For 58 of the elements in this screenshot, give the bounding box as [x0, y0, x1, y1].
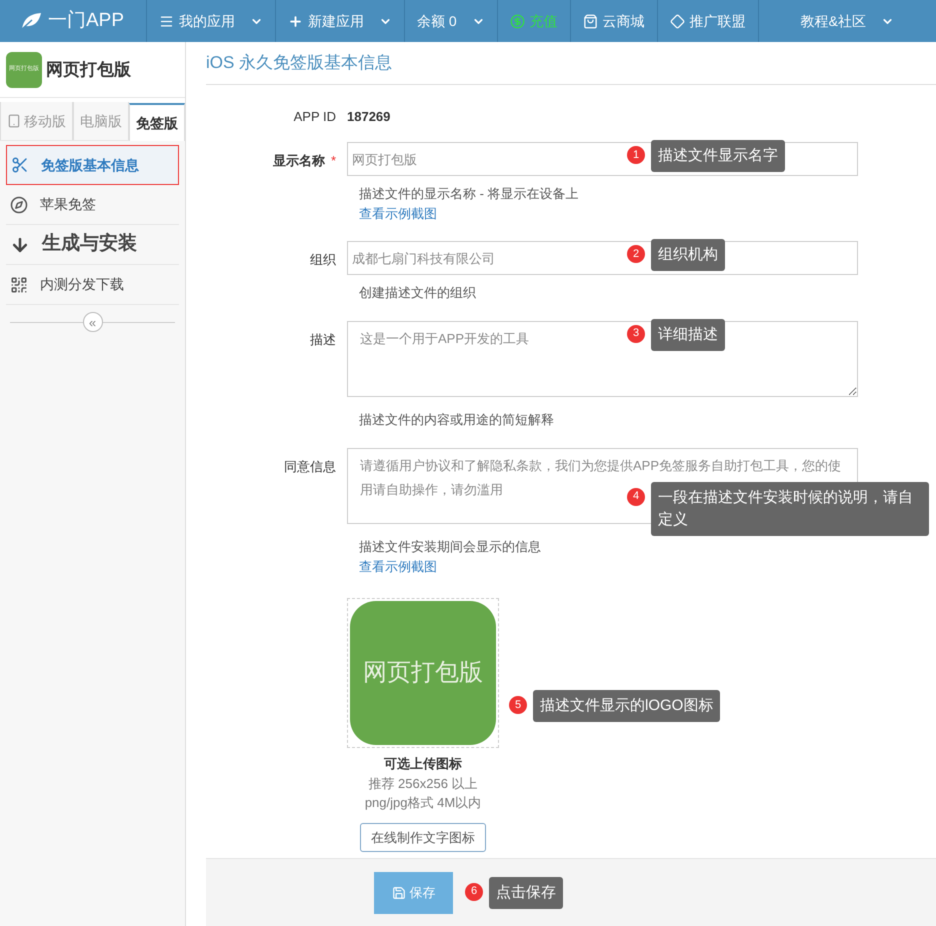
upload-hint: 推荐 256x256 以上 — [368, 774, 478, 792]
coin-icon — [510, 14, 525, 28]
nav-menu-item[interactable]: 余额 0 — [405, 0, 498, 42]
scissors-icon — [11, 156, 29, 174]
field-label: 描述 — [310, 330, 336, 348]
qr-code-icon — [10, 276, 28, 294]
step-number-badge: 5 — [509, 696, 527, 714]
required-mark: * — [330, 152, 336, 170]
make-text-icon-button[interactable]: 在线制作文字图标 — [360, 822, 486, 852]
nav-menu-item[interactable]: 充值 — [498, 0, 571, 42]
leaf-logo-icon — [20, 12, 42, 30]
sidebar-menu-item[interactable]: 免签版基本信息 — [6, 145, 179, 185]
step-number-badge: 6 — [465, 882, 483, 900]
callout-tooltip: 详细描述 — [651, 318, 725, 350]
help-text: 描述文件安装期间会显示的信息 — [358, 538, 542, 556]
nav-menu-item[interactable]: 推广联盟 — [658, 0, 759, 42]
help-text: 创建描述文件的组织 — [358, 284, 477, 302]
bag-icon — [582, 14, 598, 28]
callout-tooltip: 组织机构 — [651, 239, 725, 271]
nav-menu-item[interactable]: 新建应用 — [276, 0, 405, 42]
page-title: iOS 永久免签版基本信息 — [206, 53, 392, 72]
menu-icon — [159, 14, 174, 28]
step-number-badge: 4 — [627, 488, 645, 506]
save-button[interactable]: 保存 — [374, 872, 453, 914]
field-label: 显示名称 — [272, 152, 325, 170]
collapse-button[interactable]: « — [82, 312, 102, 332]
step-number-badge: 2 — [627, 245, 645, 263]
callout-tooltip: 点击保存 — [489, 876, 563, 908]
field-label: APP ID — [292, 108, 336, 126]
example-link[interactable]: 查看示例截图 — [347, 556, 858, 576]
app-name: 网页打包版 — [46, 58, 131, 81]
tablet-icon — [7, 114, 21, 128]
sidebar-tab[interactable]: 免签版 — [129, 103, 185, 141]
callout-tooltip: 描述文件显示名字 — [651, 140, 785, 172]
sidebar-menu-item[interactable]: 苹果免签 — [6, 185, 179, 225]
field-label: 同意信息 — [284, 458, 336, 476]
compass-icon — [10, 196, 28, 214]
sidebar-menu-item[interactable]: 生成与安装 — [6, 225, 179, 265]
example-link[interactable]: 查看示例截图 — [347, 204, 858, 223]
callout-tooltip: 描述文件显示的lOGO图标 — [533, 690, 720, 722]
help-text: 描述文件的内容或用途的简短解释 — [358, 411, 555, 429]
sidebar-tab[interactable]: 电脑版 — [73, 102, 129, 140]
sidebar-tab[interactable]: 移动版 — [0, 102, 73, 140]
app-id-value: 187269 — [347, 108, 390, 126]
step-number-badge: 3 — [627, 324, 645, 342]
field-label: 组织 — [310, 251, 336, 269]
callout-tooltip: 一段在描述文件安装时候的说明，请自定义 — [651, 482, 929, 536]
plus-icon — [288, 14, 303, 28]
save-icon — [392, 886, 406, 900]
nav-menu-item[interactable]: 教程&社区 — [758, 0, 936, 42]
upload-hint: png/jpg格式 4M以内 — [364, 794, 482, 812]
help-text: 描述文件的显示名称 - 将显示在设备上 — [358, 185, 580, 203]
step-number-badge: 1 — [627, 146, 645, 164]
nav-menu-item[interactable]: 云商城 — [570, 0, 658, 42]
diamond-icon — [670, 14, 685, 28]
upload-title: 可选上传图标 — [384, 755, 462, 773]
sidebar-menu-item[interactable]: 内测分发下载 — [6, 265, 179, 305]
brand-name[interactable]: 一门APP — [48, 6, 124, 36]
